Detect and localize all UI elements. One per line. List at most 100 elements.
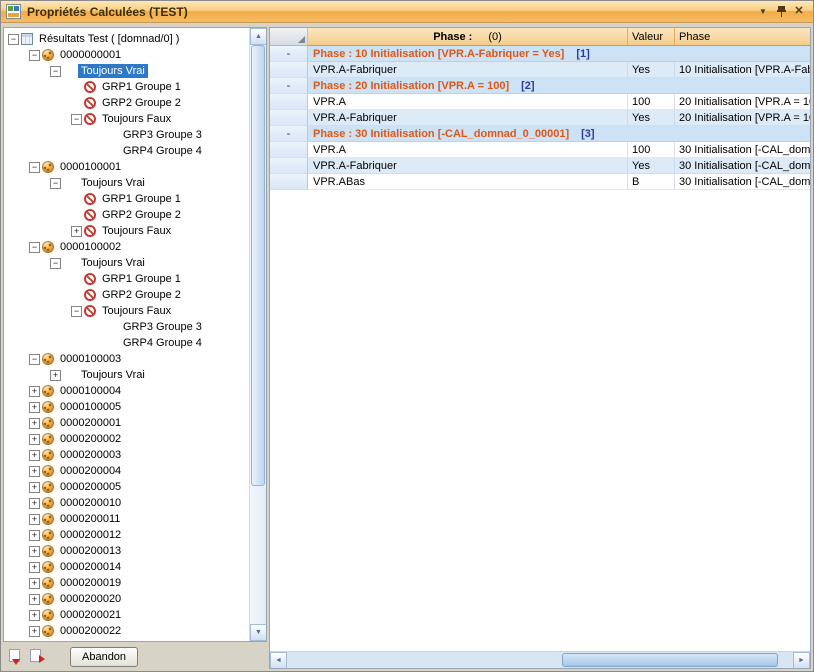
- collapse-toggle-icon[interactable]: −: [50, 258, 61, 269]
- tree-item[interactable]: −Toujours Vrai: [4, 175, 249, 191]
- table-row[interactable]: VPR.A-FabriquerYes30 Initialisation [-CA…: [270, 158, 810, 174]
- tree-item[interactable]: −Toujours Vrai: [4, 255, 249, 271]
- value-cell[interactable]: 100: [628, 142, 675, 158]
- property-name-cell[interactable]: VPR.A-Fabriquer: [308, 158, 628, 174]
- window-menu-button[interactable]: ▼: [754, 4, 772, 20]
- expand-toggle-icon[interactable]: +: [29, 610, 40, 621]
- collapse-toggle-icon[interactable]: −: [71, 306, 82, 317]
- collapse-toggle-icon[interactable]: −: [50, 66, 61, 77]
- collapse-toggle-icon[interactable]: −: [50, 178, 61, 189]
- tree-item[interactable]: GRP2 Groupe 2: [4, 207, 249, 223]
- tree-item[interactable]: +0000100004: [4, 383, 249, 399]
- tree-item[interactable]: +0000200004: [4, 463, 249, 479]
- phase-cell[interactable]: 20 Initialisation [VPR.A = 100]: [675, 94, 810, 110]
- tree-item[interactable]: +0000200012: [4, 527, 249, 543]
- phase-cell[interactable]: 30 Initialisation [-CAL_domnad: [675, 174, 810, 190]
- tree-item[interactable]: −Résultats Test ( [domnad/0] ): [4, 31, 249, 47]
- expand-toggle-icon[interactable]: +: [29, 578, 40, 589]
- expand-toggle-icon[interactable]: +: [29, 594, 40, 605]
- expand-toggle-icon[interactable]: +: [71, 226, 82, 237]
- table-row[interactable]: VPR.A-FabriquerYes10 Initialisation [VPR…: [270, 62, 810, 78]
- table-row[interactable]: VPR.A-FabriquerYes20 Initialisation [VPR…: [270, 110, 810, 126]
- tree-item[interactable]: +0000200019: [4, 575, 249, 591]
- group-row-cell[interactable]: Phase : 10 Initialisation [VPR.A-Fabriqu…: [308, 46, 810, 62]
- tree-item[interactable]: +0000200014: [4, 559, 249, 575]
- expand-toggle-icon[interactable]: +: [29, 530, 40, 541]
- column-header-valeur[interactable]: Valeur: [628, 28, 675, 46]
- tree-item[interactable]: −0000100001: [4, 159, 249, 175]
- table-row[interactable]: VPR.A10020 Initialisation [VPR.A = 100]: [270, 94, 810, 110]
- row-indicator[interactable]: [270, 94, 308, 110]
- tree-item[interactable]: GRP1 Groupe 1: [4, 191, 249, 207]
- tree-item[interactable]: GRP3 Groupe 3: [4, 319, 249, 335]
- grid-horizontal-scrollbar[interactable]: [270, 651, 810, 668]
- group-row-cell[interactable]: Phase : 20 Initialisation [VPR.A = 100][…: [308, 78, 810, 94]
- value-cell[interactable]: Yes: [628, 62, 675, 78]
- value-cell[interactable]: B: [628, 174, 675, 190]
- tree-item[interactable]: +0000200021: [4, 607, 249, 623]
- phase-cell[interactable]: 30 Initialisation [-CAL_domnad: [675, 158, 810, 174]
- collapse-toggle-icon[interactable]: −: [71, 114, 82, 125]
- tree-item[interactable]: +0000200003: [4, 447, 249, 463]
- footer-icon-button-1[interactable]: [6, 648, 25, 666]
- tree-item[interactable]: GRP3 Groupe 3: [4, 127, 249, 143]
- value-cell[interactable]: 100: [628, 94, 675, 110]
- collapse-toggle-icon[interactable]: −: [8, 34, 19, 45]
- row-indicator[interactable]: -: [270, 78, 308, 94]
- expand-toggle-icon[interactable]: +: [29, 466, 40, 477]
- scroll-left-icon[interactable]: [270, 652, 287, 669]
- collapse-toggle-icon[interactable]: −: [29, 162, 40, 173]
- tree-item[interactable]: GRP2 Groupe 2: [4, 95, 249, 111]
- tree-item[interactable]: +0000200001: [4, 415, 249, 431]
- tree-item[interactable]: −0000100003: [4, 351, 249, 367]
- tree-item[interactable]: +Toujours Faux: [4, 223, 249, 239]
- scroll-down-icon[interactable]: [250, 624, 267, 641]
- expand-toggle-icon[interactable]: +: [29, 434, 40, 445]
- tree-item[interactable]: −Toujours Faux: [4, 303, 249, 319]
- group-row[interactable]: -Phase : 10 Initialisation [VPR.A-Fabriq…: [270, 46, 810, 62]
- expand-toggle-icon[interactable]: +: [29, 546, 40, 557]
- expand-toggle-icon[interactable]: +: [29, 402, 40, 413]
- tree-item[interactable]: −0000100002: [4, 239, 249, 255]
- group-row-cell[interactable]: Phase : 30 Initialisation [-CAL_domnad_0…: [308, 126, 810, 142]
- collapse-toggle-icon[interactable]: −: [29, 354, 40, 365]
- column-header-phase-group[interactable]: Phase : (0): [308, 28, 628, 46]
- tree-item[interactable]: +0000100005: [4, 399, 249, 415]
- phase-cell[interactable]: 30 Initialisation [-CAL_domnad: [675, 142, 810, 158]
- row-indicator[interactable]: [270, 110, 308, 126]
- expand-toggle-icon[interactable]: +: [29, 562, 40, 573]
- row-indicator[interactable]: -: [270, 126, 308, 142]
- phase-cell[interactable]: 10 Initialisation [VPR.A-Fabriq: [675, 62, 810, 78]
- tree-item[interactable]: −0000000001: [4, 47, 249, 63]
- tree-item[interactable]: GRP4 Groupe 4: [4, 143, 249, 159]
- expand-toggle-icon[interactable]: +: [29, 386, 40, 397]
- group-row[interactable]: -Phase : 30 Initialisation [-CAL_domnad_…: [270, 126, 810, 142]
- tree-item[interactable]: +Toujours Vrai: [4, 367, 249, 383]
- value-cell[interactable]: Yes: [628, 158, 675, 174]
- collapse-toggle-icon[interactable]: −: [29, 242, 40, 253]
- value-cell[interactable]: Yes: [628, 110, 675, 126]
- phase-cell[interactable]: 20 Initialisation [VPR.A = 100]: [675, 110, 810, 126]
- property-name-cell[interactable]: VPR.ABas: [308, 174, 628, 190]
- expand-toggle-icon[interactable]: +: [29, 450, 40, 461]
- expand-toggle-icon[interactable]: +: [29, 482, 40, 493]
- tree-item[interactable]: GRP4 Groupe 4: [4, 335, 249, 351]
- tree-item[interactable]: GRP1 Groupe 1: [4, 79, 249, 95]
- row-indicator[interactable]: -: [270, 46, 308, 62]
- footer-icon-button-2[interactable]: [27, 648, 46, 666]
- tree-item[interactable]: +0000200005: [4, 479, 249, 495]
- expand-toggle-icon[interactable]: +: [29, 418, 40, 429]
- property-name-cell[interactable]: VPR.A: [308, 94, 628, 110]
- scrollbar-thumb[interactable]: [562, 653, 778, 667]
- tree-item[interactable]: +0000200013: [4, 543, 249, 559]
- tree-item[interactable]: GRP1 Groupe 1: [4, 271, 249, 287]
- tree-item[interactable]: +0000200002: [4, 431, 249, 447]
- tree-item[interactable]: GRP2 Groupe 2: [4, 287, 249, 303]
- scroll-up-icon[interactable]: [250, 28, 267, 45]
- group-row[interactable]: -Phase : 20 Initialisation [VPR.A = 100]…: [270, 78, 810, 94]
- tree-item[interactable]: +0000200022: [4, 623, 249, 639]
- expand-toggle-icon[interactable]: +: [50, 370, 61, 381]
- row-indicator[interactable]: [270, 142, 308, 158]
- tree-item[interactable]: +0000200010: [4, 495, 249, 511]
- table-row[interactable]: VPR.A10030 Initialisation [-CAL_domnad: [270, 142, 810, 158]
